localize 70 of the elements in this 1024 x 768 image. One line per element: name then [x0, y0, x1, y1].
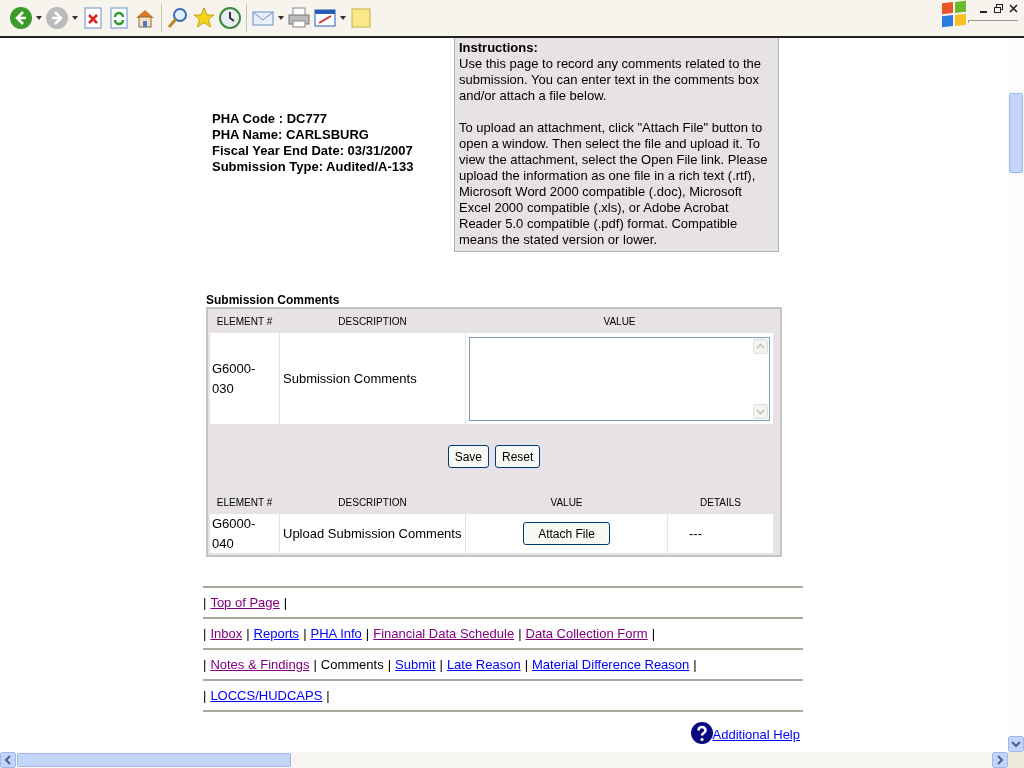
windows-logo-icon	[942, 0, 966, 28]
column-header: ELEMENT #	[216, 315, 273, 327]
table-cell: Submission Comments	[280, 333, 465, 424]
separator: |	[439, 655, 443, 674]
column-header: DETAILS	[700, 496, 741, 508]
table-cell: Upload Submission Comments	[280, 514, 465, 553]
nav-link[interactable]: Financial Data Schedule	[373, 623, 515, 644]
separator: |	[651, 624, 656, 643]
scrollbar-thumb[interactable]	[1009, 93, 1023, 173]
nav-link[interactable]: PHA Info	[310, 623, 362, 644]
separator: |	[313, 655, 317, 674]
scroll-down-icon[interactable]	[1008, 736, 1024, 752]
instructions-text: To upload an attachment, click "Attach File" button to open a window. Then select the file and upload it. To view the attachment, select the Open File link. Please upload the information as one file in a rich text (.rtf), Microsoft Word 2000 compatible (.doc), Microsoft Excel 2000 compatible (.xls), or Adobe Acrobat Reader 5.0 compatible (.pdf) format. Compatible means the stated version or lower.	[459, 120, 769, 248]
caret-icon[interactable]	[278, 16, 284, 20]
nav-link[interactable]: Inbox	[210, 623, 243, 644]
separator: |	[387, 655, 392, 674]
separator: |	[246, 624, 250, 643]
pha-info-line: Fiscal Year End Date: 03/31/2007	[212, 143, 414, 159]
separator: |	[518, 624, 522, 643]
separator: |	[203, 624, 207, 643]
scrollbar-corner	[1008, 752, 1024, 768]
separator: |	[203, 686, 207, 705]
nav-link[interactable]: Notes & Findings	[210, 654, 310, 675]
attach-file-button[interactable]: Attach File	[523, 522, 610, 545]
table-cell: ---	[668, 514, 773, 553]
scroll-right-icon[interactable]	[992, 752, 1008, 768]
separator: |	[365, 624, 370, 643]
instructions-text: Use this page to record any comments related to the submission. You can enter text in the comments box and/or attach a file below.	[459, 56, 763, 104]
nav-link[interactable]: Submit	[395, 654, 436, 675]
instructions-title: Instructions:	[459, 40, 539, 56]
separator: |	[693, 655, 697, 674]
nav-link[interactable]: LOCCS/HUDCAPS	[210, 685, 323, 706]
separator: |	[203, 655, 207, 674]
pha-info-line: PHA Code : DC777	[212, 111, 329, 127]
separator: |	[326, 686, 330, 705]
nav-link[interactable]: Top of Page	[210, 592, 280, 613]
close-icon[interactable]	[1009, 4, 1018, 13]
form-button[interactable]: Reset	[495, 445, 541, 468]
pha-info-line: Submission Type: Audited/A-133	[212, 159, 415, 175]
scrollbar-thumb[interactable]	[17, 753, 291, 767]
table-cell: G6000-030	[210, 333, 279, 424]
nav-link[interactable]: Data Collection Form	[525, 623, 648, 644]
section-title: Submission Comments	[206, 293, 340, 307]
nav-link[interactable]: Late Reason	[446, 654, 521, 675]
restore-icon[interactable]	[994, 4, 1003, 13]
scroll-left-icon[interactable]	[0, 752, 16, 768]
column-header: DESCRIPTION	[338, 496, 407, 508]
separator: |	[524, 655, 528, 674]
nav-link[interactable]: Reports	[253, 623, 300, 644]
column-header: ELEMENT #	[216, 496, 273, 508]
column-header: VALUE	[550, 496, 583, 508]
help-link[interactable]: Additional Help	[712, 724, 800, 744]
separator: |	[203, 593, 207, 612]
history-icon[interactable]	[217, 4, 243, 32]
back-icon[interactable]	[8, 4, 34, 32]
nav-link[interactable]: Material Difference Reason	[532, 654, 690, 675]
separator: |	[283, 593, 288, 612]
separator: |	[303, 624, 307, 643]
column-header: DESCRIPTION	[338, 315, 407, 327]
current-page-label: Comments	[320, 655, 384, 674]
vertical-scrollbar[interactable]	[1008, 38, 1024, 752]
caret-icon[interactable]	[340, 16, 346, 20]
caret-icon[interactable]	[72, 16, 78, 20]
column-header: VALUE	[603, 315, 636, 327]
help-icon[interactable]	[690, 722, 713, 744]
table-cell: G6000-040	[210, 514, 279, 553]
form-button[interactable]: Save	[447, 445, 489, 468]
horizontal-scrollbar[interactable]	[0, 752, 1024, 768]
caret-icon[interactable]	[36, 16, 42, 20]
pha-info-line: PHA Name: CARLSBURG	[212, 127, 370, 143]
